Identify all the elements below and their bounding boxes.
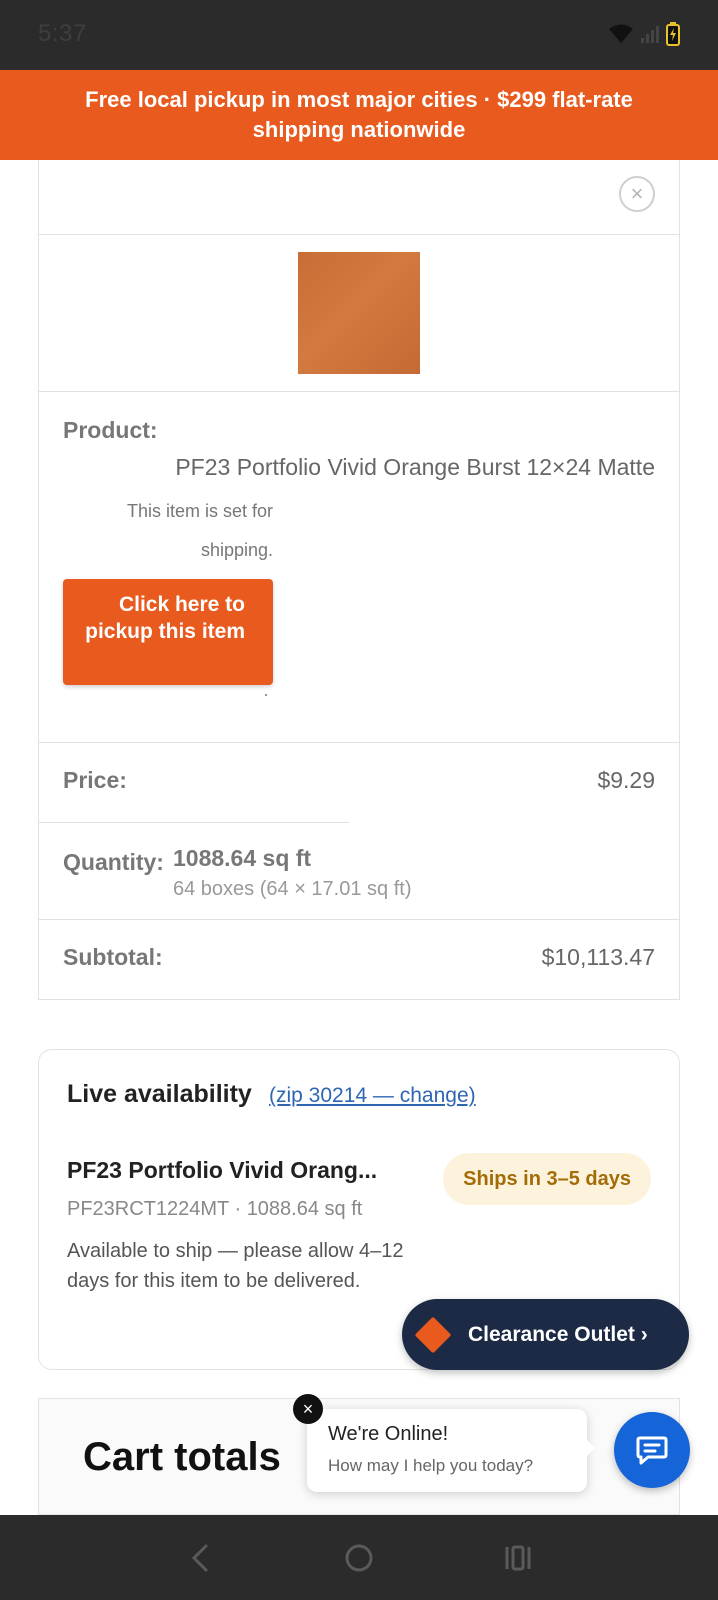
promo-text: Free local pickup in most major cities ·… bbox=[85, 87, 633, 142]
chat-launcher-button[interactable] bbox=[614, 1412, 690, 1488]
product-thumbnail[interactable] bbox=[298, 252, 420, 374]
subtotal-row: Subtotal: $10,113.47 bbox=[39, 920, 679, 998]
availability-sku: PF23RCT1224MT · 1088.64 sq ft bbox=[67, 1198, 363, 1220]
signal-icon bbox=[641, 26, 659, 43]
product-row: Product: PF23 Portfolio Vivid Orange Bur… bbox=[39, 392, 679, 743]
status-bar: 5:37 bbox=[0, 0, 718, 70]
close-icon: × bbox=[302, 1398, 314, 1419]
home-icon bbox=[345, 1544, 373, 1571]
divider-dot bbox=[265, 694, 267, 696]
availability-product: PF23 Portfolio Vivid Orang... bbox=[67, 1157, 378, 1183]
diamond-icon bbox=[414, 1316, 452, 1353]
quantity-row: Quantity: 1088.64 sq ft 64 boxes (64 × 1… bbox=[39, 823, 679, 920]
product-label: Product: bbox=[63, 417, 158, 443]
chat-title: We're Online! bbox=[328, 1423, 449, 1445]
remove-item-button[interactable]: × bbox=[619, 176, 655, 212]
pickup-button[interactable]: Click here to pickup this item bbox=[63, 579, 273, 685]
quantity-boxes: 64 boxes (64 × 17.01 sq ft) bbox=[173, 878, 412, 900]
quantity-label: Quantity: bbox=[63, 849, 164, 875]
back-button[interactable] bbox=[170, 1528, 230, 1588]
promo-banner: Free local pickup in most major cities ·… bbox=[0, 70, 718, 160]
chat-popup[interactable]: We're Online! How may I help you today? bbox=[307, 1409, 595, 1492]
home-button[interactable] bbox=[329, 1528, 389, 1588]
back-icon bbox=[191, 1544, 208, 1571]
chat-subtitle: How may I help you today? bbox=[328, 1456, 534, 1475]
ships-badge: Ships in 3–5 days bbox=[443, 1153, 651, 1205]
close-icon: × bbox=[630, 181, 644, 206]
navigation-bar bbox=[0, 1515, 718, 1600]
availability-description: Available to ship — please allow 4–12 da… bbox=[67, 1240, 404, 1292]
clearance-label: Clearance Outlet › bbox=[468, 1322, 648, 1346]
price-value: $9.29 bbox=[597, 767, 655, 793]
remove-row: × bbox=[39, 160, 679, 235]
price-row: Price: $9.29 bbox=[39, 743, 679, 823]
wifi-icon bbox=[609, 24, 633, 43]
status-time: 5:37 bbox=[38, 20, 87, 47]
availability-title: Live availability bbox=[67, 1080, 252, 1108]
status-icons bbox=[608, 22, 680, 46]
cart-totals-title: Cart totals bbox=[83, 1435, 281, 1479]
recents-button[interactable] bbox=[488, 1528, 548, 1588]
chat-icon bbox=[636, 1436, 668, 1465]
shipping-note: This item is set for shipping. bbox=[126, 501, 273, 560]
product-name-link[interactable]: PF23 Portfolio Vivid Orange Burst 12×24 … bbox=[175, 454, 655, 481]
chat-close-button[interactable]: × bbox=[293, 1394, 323, 1424]
price-label: Price: bbox=[63, 767, 127, 793]
recents-icon bbox=[505, 1545, 531, 1570]
subtotal-value: $10,113.47 bbox=[541, 944, 655, 970]
cart-item-card: × Product: PF23 Portfolio Vivid Orange B… bbox=[38, 160, 680, 1000]
clearance-outlet-button[interactable]: Clearance Outlet › bbox=[402, 1299, 689, 1370]
change-zip-link[interactable]: (zip 30214 — change) bbox=[269, 1084, 476, 1108]
subtotal-label: Subtotal: bbox=[63, 944, 163, 970]
thumbnail-row bbox=[39, 235, 679, 392]
battery-icon bbox=[666, 22, 680, 46]
quantity-value[interactable]: 1088.64 sq ft bbox=[173, 845, 311, 872]
